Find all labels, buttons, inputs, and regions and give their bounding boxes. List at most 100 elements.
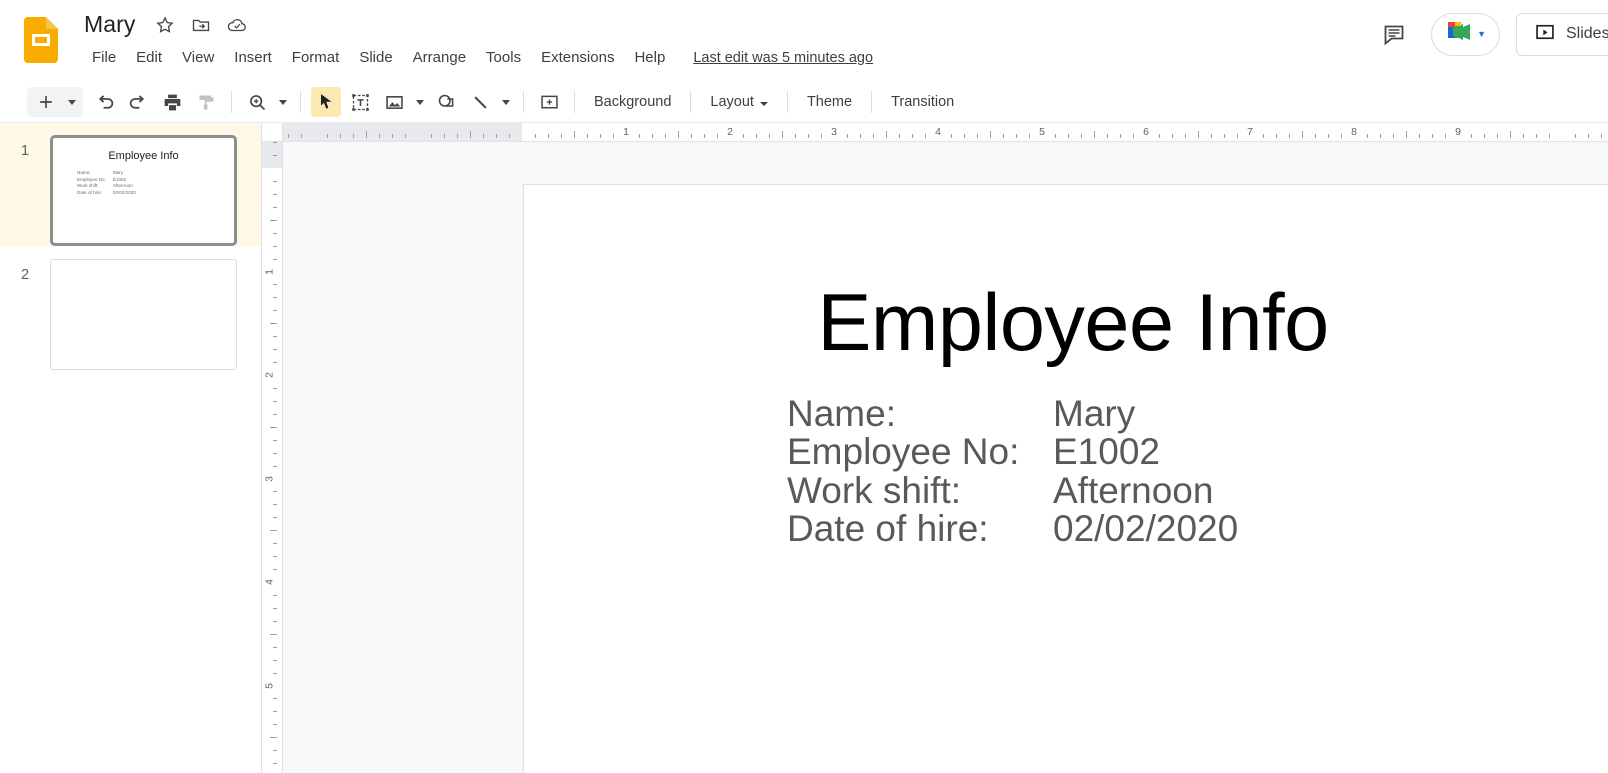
menu-edit[interactable]: Edit	[126, 47, 172, 68]
slide-number: 1	[20, 142, 30, 159]
ruler-tick	[273, 336, 277, 338]
ruler-tick	[1471, 134, 1472, 138]
chevron-down-icon[interactable]: ▼	[1477, 29, 1486, 39]
filmstrip-slide-2[interactable]: 2	[0, 246, 261, 370]
thumb-row-label: Employee No:	[77, 176, 106, 182]
ruler-tick	[1185, 134, 1186, 138]
layout-button[interactable]: Layout	[699, 89, 779, 115]
body-row-value: 02/02/2020	[1053, 508, 1239, 550]
last-edit-link[interactable]: Last edit was 5 minutes ago	[693, 50, 873, 66]
redo-icon[interactable]	[123, 87, 153, 117]
menu-format[interactable]: Format	[282, 47, 350, 68]
slide-filmstrip-panel[interactable]: 1 Employee Info Name: Mary Employee No: …	[0, 123, 262, 773]
ruler-tick	[1445, 134, 1446, 138]
menu-file[interactable]: File	[82, 47, 126, 68]
line-icon[interactable]	[465, 87, 495, 117]
chevron-down-icon[interactable]	[411, 87, 429, 117]
slide-title-textbox[interactable]: Employee Info	[524, 283, 1608, 364]
toolbar-divider	[574, 91, 575, 113]
cloud-saved-icon[interactable]	[226, 14, 248, 36]
ruler-tick	[270, 219, 277, 221]
ruler-tick	[1523, 134, 1524, 138]
chevron-down-icon[interactable]	[274, 87, 292, 117]
ruler-tick	[678, 131, 679, 138]
ruler-tick	[392, 134, 393, 138]
slides-logo-icon[interactable]	[24, 17, 58, 63]
slide-canvas-area[interactable]: Employee Info Name: Mary Employee No: E1…	[283, 142, 1608, 773]
star-icon[interactable]	[154, 14, 176, 36]
ruler-tick	[273, 155, 277, 157]
chevron-down-icon[interactable]	[63, 87, 81, 117]
vertical-ruler[interactable]: 1 2 3 4 5	[262, 142, 283, 773]
body-row-value: Mary	[1053, 393, 1136, 434]
menu-slide[interactable]: Slide	[349, 47, 402, 68]
cursor-select-icon[interactable]	[311, 87, 341, 117]
ruler-tick	[379, 134, 380, 138]
thumb-row-label: Date of hire:	[77, 189, 103, 195]
google-meet-button[interactable]: ▼	[1431, 12, 1500, 56]
ruler-tick	[665, 134, 666, 138]
document-title[interactable]: Mary	[80, 10, 140, 39]
ruler-tick	[1120, 134, 1121, 138]
shape-icon[interactable]	[431, 87, 461, 117]
ruler-tick	[1367, 134, 1368, 138]
ruler-tick	[273, 711, 277, 713]
ruler-tick	[270, 737, 277, 739]
menu-extensions[interactable]: Extensions	[531, 47, 624, 68]
slide-body-textbox[interactable]: Name: Mary Employee No: E1002 Work shift…	[787, 393, 1239, 550]
ruler-tick	[270, 323, 277, 325]
ruler-tick	[704, 134, 705, 138]
slide-thumbnail[interactable]: Employee Info Name: Mary Employee No: E1…	[50, 135, 237, 246]
add-comment-icon[interactable]	[534, 87, 564, 117]
transition-button[interactable]: Transition	[880, 89, 965, 115]
ruler-tick	[990, 131, 991, 138]
ruler-tick	[273, 517, 277, 519]
ruler-number: 8	[1351, 126, 1357, 138]
ruler-tick	[561, 134, 562, 138]
ruler-tick	[743, 134, 744, 138]
ruler-tick	[470, 131, 471, 138]
ruler-offslide-zone	[283, 123, 522, 141]
menu-view[interactable]: View	[172, 47, 224, 68]
comment-history-icon[interactable]	[1373, 13, 1415, 55]
ruler-tick	[1419, 134, 1420, 138]
menu-tools[interactable]: Tools	[476, 47, 531, 68]
ruler-tick	[273, 413, 277, 415]
ruler-tick	[1575, 134, 1576, 138]
plus-icon[interactable]	[31, 87, 61, 117]
undo-icon[interactable]	[89, 87, 119, 117]
insert-image-icon[interactable]	[379, 87, 409, 117]
theme-button[interactable]: Theme	[796, 89, 863, 115]
google-meet-icon	[1446, 21, 1472, 48]
ruler-tick	[886, 131, 887, 138]
ruler-number: 9	[1455, 126, 1461, 138]
horizontal-ruler[interactable]: 1 2 3 4 5 6 7 8 9	[283, 123, 1608, 142]
move-to-folder-icon[interactable]	[190, 14, 212, 36]
menu-arrange[interactable]: Arrange	[403, 47, 476, 68]
zoom-in-icon[interactable]	[242, 87, 272, 117]
text-box-icon[interactable]	[345, 87, 375, 117]
ruler-tick	[273, 556, 277, 558]
slide-number: 2	[20, 266, 30, 283]
ruler-tick	[1263, 134, 1264, 138]
ruler-tick	[273, 180, 277, 182]
ruler-tick	[1068, 134, 1069, 138]
slideshow-button[interactable]: Slideshow	[1516, 12, 1608, 56]
new-slide-group[interactable]	[27, 87, 83, 117]
ruler-tick	[717, 134, 718, 138]
print-icon[interactable]	[157, 87, 187, 117]
paint-format-icon[interactable]	[191, 87, 221, 117]
ruler-tick	[639, 134, 640, 138]
slide-thumbnail[interactable]	[50, 259, 237, 370]
menu-insert[interactable]: Insert	[224, 47, 282, 68]
ruler-tick	[652, 134, 653, 138]
background-button[interactable]: Background	[583, 89, 682, 115]
body-row-value: Afternoon	[1053, 469, 1214, 511]
menu-help[interactable]: Help	[624, 47, 675, 68]
ruler-tick	[273, 193, 277, 195]
filmstrip-slide-1[interactable]: 1 Employee Info Name: Mary Employee No: …	[0, 123, 261, 246]
ruler-tick	[873, 134, 874, 138]
slide-canvas[interactable]: Employee Info Name: Mary Employee No: E1…	[523, 184, 1608, 773]
chevron-down-icon[interactable]	[497, 87, 515, 117]
ruler-tick	[1536, 134, 1537, 138]
